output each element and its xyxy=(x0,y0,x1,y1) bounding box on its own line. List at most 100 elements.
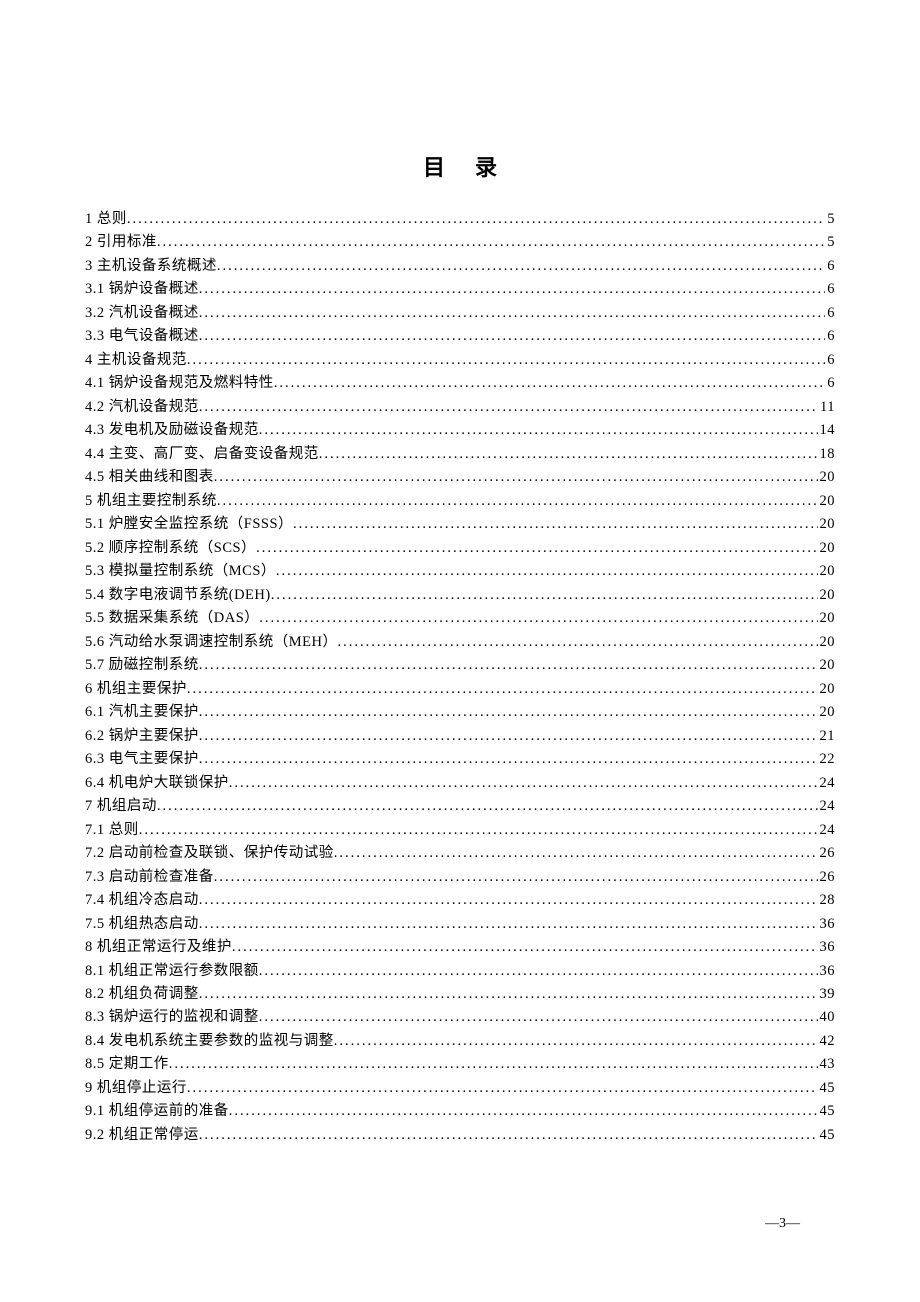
toc-entry: 5.5 数据采集系统（DAS）20 xyxy=(85,607,835,630)
toc-entry-page: 45 xyxy=(818,1077,836,1100)
toc-leader-dots xyxy=(259,960,818,983)
toc-leader-dots xyxy=(199,1124,818,1147)
toc-entry-page: 20 xyxy=(818,513,836,536)
toc-entry-page: 36 xyxy=(818,913,836,936)
toc-entry-label: 5.6 汽动给水泵调速控制系统（MEH） xyxy=(85,631,337,654)
toc-entry-page: 20 xyxy=(818,466,836,489)
toc-entry: 8.4 发电机系统主要参数的监视与调整42 xyxy=(85,1030,835,1053)
toc-entry-label: 8.4 发电机系统主要参数的监视与调整 xyxy=(85,1030,334,1053)
toc-list: 1 总则52 引用标准53 主机设备系统概述63.1 锅炉设备概述63.2 汽机… xyxy=(85,208,835,1147)
toc-entry-page: 14 xyxy=(818,419,836,442)
toc-entry: 2 引用标准 5 xyxy=(85,231,835,254)
toc-leader-dots xyxy=(337,631,817,654)
toc-title: 目录 xyxy=(85,150,835,182)
toc-leader-dots xyxy=(199,302,826,325)
toc-entry-page: 5 xyxy=(825,231,835,254)
toc-entry: 4.4 主变、高厂变、启备变设备规范18 xyxy=(85,443,835,466)
toc-entry-label: 1 总则 xyxy=(85,208,127,231)
toc-entry-page: 6 xyxy=(825,349,835,372)
toc-entry-label: 6.2 锅炉主要保护 xyxy=(85,725,199,748)
toc-entry: 6.4 机电炉大联锁保护24 xyxy=(85,772,835,795)
toc-entry: 4.3 发电机及励磁设备规范 14 xyxy=(85,419,835,442)
toc-leader-dots xyxy=(187,1077,818,1100)
toc-entry-label: 8.1 机组正常运行参数限额 xyxy=(85,960,259,983)
toc-leader-dots xyxy=(139,819,818,842)
toc-leader-dots xyxy=(256,537,817,560)
toc-leader-dots xyxy=(293,513,817,536)
toc-entry-label: 6.3 电气主要保护 xyxy=(85,748,199,771)
toc-entry-label: 8.5 定期工作 xyxy=(85,1053,169,1076)
toc-entry-page: 6 xyxy=(825,372,835,395)
toc-entry-label: 3.2 汽机设备概述 xyxy=(85,302,199,325)
toc-leader-dots xyxy=(169,1053,818,1076)
toc-entry-label: 3.3 电气设备概述 xyxy=(85,325,199,348)
toc-entry-page: 6 xyxy=(825,255,835,278)
toc-leader-dots xyxy=(271,584,818,607)
toc-leader-dots xyxy=(229,1100,818,1123)
toc-leader-dots xyxy=(199,913,818,936)
toc-entry: 7 机组启动24 xyxy=(85,795,835,818)
toc-entry-label: 5.5 数据采集系统（DAS） xyxy=(85,607,259,630)
toc-entry-page: 6 xyxy=(825,325,835,348)
toc-leader-dots xyxy=(232,936,818,959)
toc-entry: 8.1 机组正常运行参数限额36 xyxy=(85,960,835,983)
toc-entry-page: 20 xyxy=(818,701,836,724)
toc-leader-dots xyxy=(199,396,818,419)
toc-entry-label: 5.4 数字电液调节系统(DEH) xyxy=(85,584,271,607)
toc-entry-page: 20 xyxy=(818,654,836,677)
toc-leader-dots xyxy=(199,654,818,677)
toc-entry-label: 9.2 机组正常停运 xyxy=(85,1124,199,1147)
toc-entry: 6.1 汽机主要保护20 xyxy=(85,701,835,724)
toc-leader-dots xyxy=(199,889,818,912)
toc-entry-page: 20 xyxy=(818,584,836,607)
toc-entry-label: 7.5 机组热态启动 xyxy=(85,913,199,936)
toc-entry-page: 6 xyxy=(825,278,835,301)
toc-entry-page: 26 xyxy=(818,866,836,889)
toc-leader-dots xyxy=(199,748,818,771)
toc-entry: 5.3 模拟量控制系统（MCS）20 xyxy=(85,560,835,583)
toc-entry: 5.2 顺序控制系统（SCS）20 xyxy=(85,537,835,560)
toc-entry-page: 22 xyxy=(818,748,836,771)
toc-leader-dots xyxy=(334,842,818,865)
toc-entry-label: 9 机组停止运行 xyxy=(85,1077,187,1100)
toc-entry-label: 4 主机设备规范 xyxy=(85,349,187,372)
toc-entry-page: 20 xyxy=(818,490,836,513)
toc-entry-label: 5.1 炉膛安全监控系统（FSSS） xyxy=(85,513,293,536)
toc-entry-label: 5.3 模拟量控制系统（MCS） xyxy=(85,560,276,583)
toc-leader-dots xyxy=(187,349,825,372)
toc-entry-page: 21 xyxy=(818,725,836,748)
toc-entry-page: 24 xyxy=(818,819,836,842)
toc-entry-label: 4.3 发电机及励磁设备规范 xyxy=(85,419,259,442)
toc-leader-dots xyxy=(319,443,818,466)
toc-entry-page: 36 xyxy=(818,936,836,959)
toc-entry-label: 8 机组正常运行及维护 xyxy=(85,936,232,959)
toc-entry-page: 43 xyxy=(818,1053,836,1076)
toc-entry: 5.6 汽动给水泵调速控制系统（MEH） 20 xyxy=(85,631,835,654)
toc-entry-page: 28 xyxy=(818,889,836,912)
toc-entry-label: 5.2 顺序控制系统（SCS） xyxy=(85,537,256,560)
toc-entry: 6.3 电气主要保护 22 xyxy=(85,748,835,771)
toc-leader-dots xyxy=(217,490,818,513)
toc-leader-dots xyxy=(187,678,818,701)
toc-entry-label: 4.2 汽机设备规范 xyxy=(85,396,199,419)
toc-entry-label: 7.3 启动前检查准备 xyxy=(85,866,214,889)
toc-entry: 5.1 炉膛安全监控系统（FSSS） 20 xyxy=(85,513,835,536)
toc-entry-page: 20 xyxy=(818,631,836,654)
toc-entry: 7.5 机组热态启动 36 xyxy=(85,913,835,936)
toc-entry: 5.7 励磁控制系统20 xyxy=(85,654,835,677)
toc-entry-page: 40 xyxy=(818,1006,836,1029)
toc-entry-label: 2 引用标准 xyxy=(85,231,157,254)
toc-entry-label: 7.4 机组冷态启动 xyxy=(85,889,199,912)
toc-leader-dots xyxy=(157,795,818,818)
toc-entry-page: 11 xyxy=(818,396,835,419)
toc-entry: 4.5 相关曲线和图表20 xyxy=(85,466,835,489)
toc-entry: 9.1 机组停运前的准备45 xyxy=(85,1100,835,1123)
toc-leader-dots xyxy=(199,725,818,748)
toc-leader-dots xyxy=(334,1030,818,1053)
toc-leader-dots xyxy=(229,772,818,795)
toc-entry: 3.2 汽机设备概述6 xyxy=(85,302,835,325)
toc-leader-dots xyxy=(127,208,825,231)
toc-entry: 9.2 机组正常停运45 xyxy=(85,1124,835,1147)
toc-entry-label: 5 机组主要控制系统 xyxy=(85,490,217,513)
toc-entry: 7.3 启动前检查准备 26 xyxy=(85,866,835,889)
